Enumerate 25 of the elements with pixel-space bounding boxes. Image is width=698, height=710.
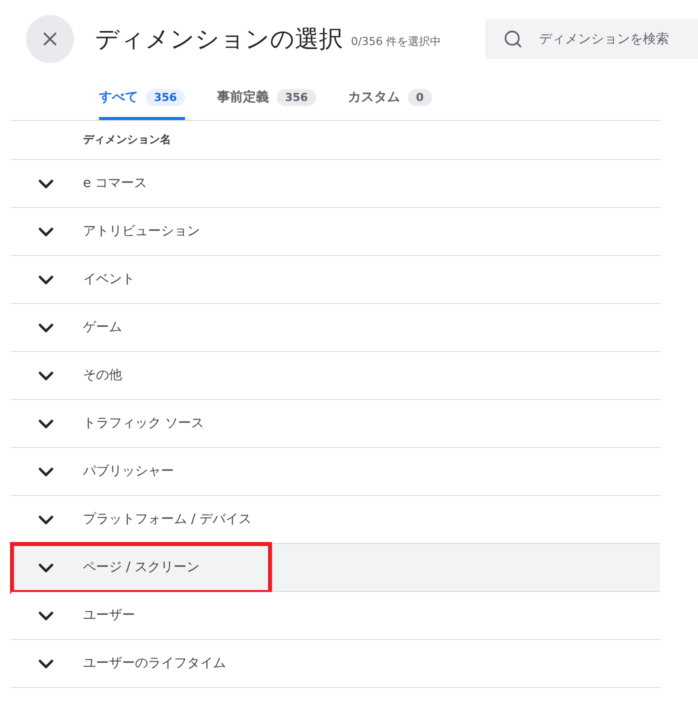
- search-field[interactable]: ディメンションを検索: [485, 19, 698, 59]
- row-label: ゲーム: [83, 318, 122, 337]
- count-badge: 0: [408, 89, 432, 106]
- dimension-row[interactable]: ユーザー: [11, 592, 660, 640]
- row-label: e コマース: [83, 174, 148, 193]
- selection-count: 0/356 件を選択中: [351, 34, 442, 50]
- tab[interactable]: カスタム 0: [348, 78, 432, 120]
- row-label: プラットフォーム / デバイス: [83, 510, 252, 529]
- tab[interactable]: すべて 356: [99, 78, 185, 120]
- search-icon: [503, 29, 523, 49]
- count-badge: 356: [146, 89, 185, 106]
- row-label: アトリビューション: [83, 222, 200, 241]
- row-label: ページ / スクリーン: [83, 558, 200, 577]
- close-button[interactable]: [26, 15, 74, 63]
- row-label: その他: [83, 366, 122, 385]
- tab[interactable]: 事前定義 356: [216, 78, 316, 120]
- count-badge: 356: [276, 89, 316, 106]
- column-header: ディメンション名: [83, 132, 171, 148]
- dialog-title: ディメンションの選択: [95, 24, 343, 55]
- dimension-row[interactable]: ページ / スクリーン: [11, 544, 660, 592]
- row-label: ユーザーのライフタイム: [83, 654, 226, 673]
- row-label: ユーザー: [83, 606, 135, 625]
- row-label: パブリッシャー: [83, 462, 174, 481]
- row-label: イベント: [83, 270, 135, 289]
- row-label: トラフィック ソース: [83, 414, 204, 433]
